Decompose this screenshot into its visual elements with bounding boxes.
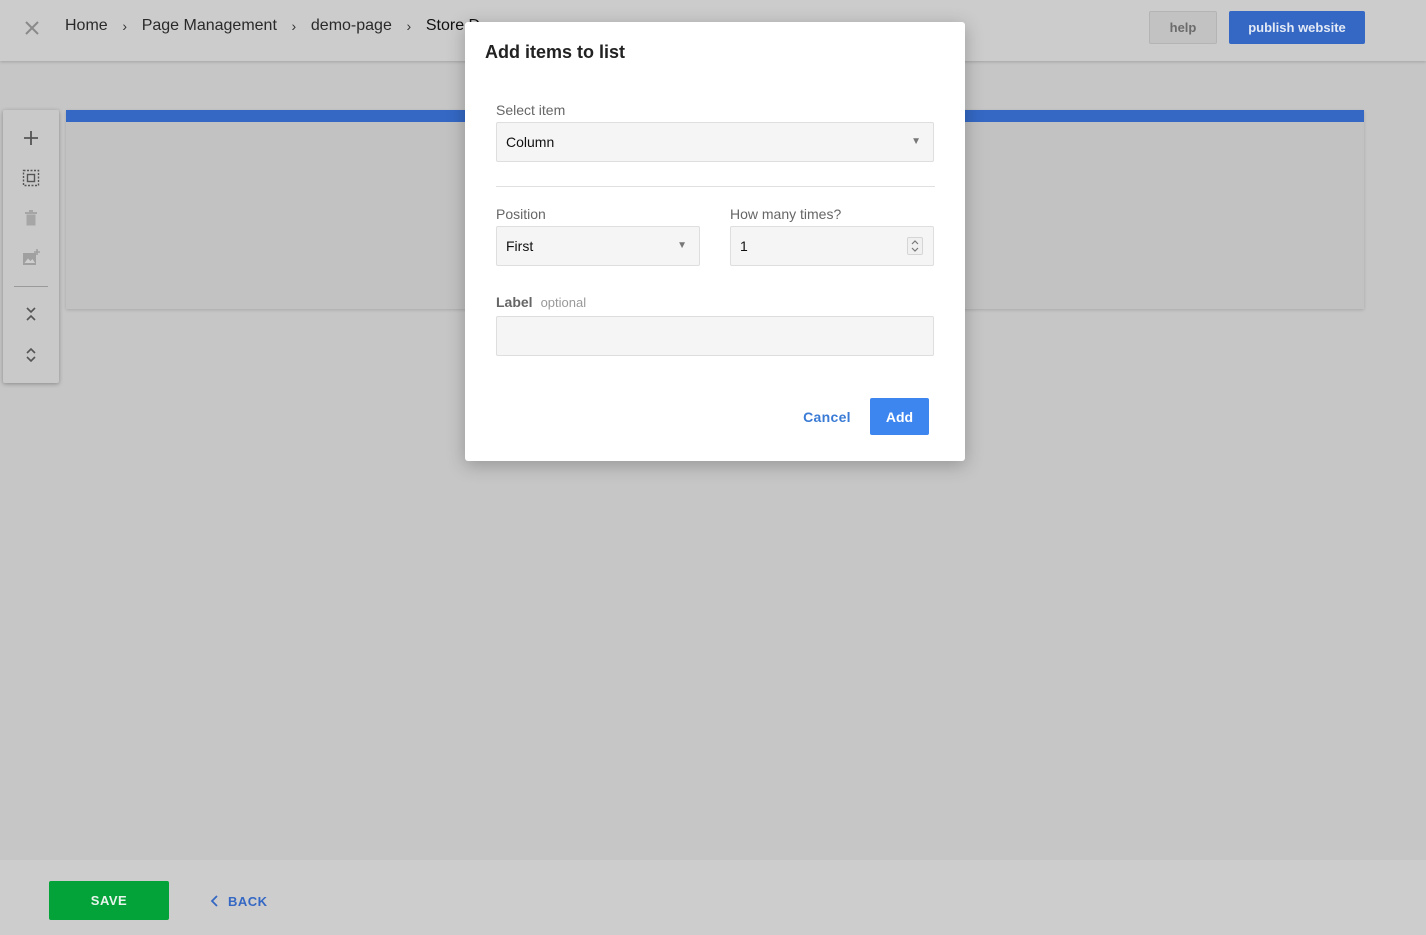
chevron-left-icon [210,895,218,907]
breadcrumb-demo-page[interactable]: demo-page [311,17,392,35]
breadcrumb: Home › Page Management › demo-page › Sto… [65,17,480,35]
dialog-divider [496,186,935,187]
stepper-arrows-icon [911,240,919,252]
chevron-right-icon: › [291,18,297,34]
add-items-dialog: Add items to list Select item Column ▼ P… [465,22,965,461]
bottom-action-bar: SAVE BACK [0,860,1426,935]
help-button[interactable]: help [1149,11,1217,44]
add-button[interactable]: Add [870,398,929,435]
position-value: First [506,238,534,254]
label-input[interactable] [496,316,934,356]
optional-hint: optional [540,295,587,310]
caret-down-icon: ▼ [677,240,687,251]
save-button[interactable]: SAVE [49,881,169,920]
times-value: 1 [740,238,748,254]
number-stepper[interactable] [907,237,923,255]
chevron-right-icon: › [406,18,412,34]
back-button[interactable]: BACK [210,891,268,911]
publish-website-button[interactable]: publish website [1229,11,1365,44]
chevron-right-icon: › [122,18,128,34]
close-icon[interactable] [20,16,44,40]
caret-down-icon: ▼ [911,136,921,147]
breadcrumb-page-management[interactable]: Page Management [142,17,277,35]
breadcrumb-home[interactable]: Home [65,17,108,35]
times-number-input[interactable]: 1 [730,226,934,266]
select-item-value: Column [506,134,555,150]
delete-icon[interactable] [19,206,43,230]
toolbar-divider [14,286,48,287]
back-button-label: BACK [228,893,268,909]
dialog-title: Add items to list [485,42,626,62]
cancel-button[interactable]: Cancel [795,398,859,435]
label-field-label: Label optional [496,294,586,310]
expand-icon[interactable] [19,343,43,367]
select-all-icon[interactable] [19,166,43,190]
position-dropdown[interactable]: First ▼ [496,226,700,266]
label-field-title: Label [496,294,533,310]
position-label: Position [496,206,546,222]
times-label: How many times? [730,206,842,222]
select-item-label: Select item [496,102,566,118]
add-icon[interactable] [19,126,43,150]
select-item-dropdown[interactable]: Column ▼ [496,122,934,162]
collapse-icon[interactable] [19,302,43,326]
editor-toolbar [3,110,59,383]
add-image-icon[interactable] [19,246,43,270]
